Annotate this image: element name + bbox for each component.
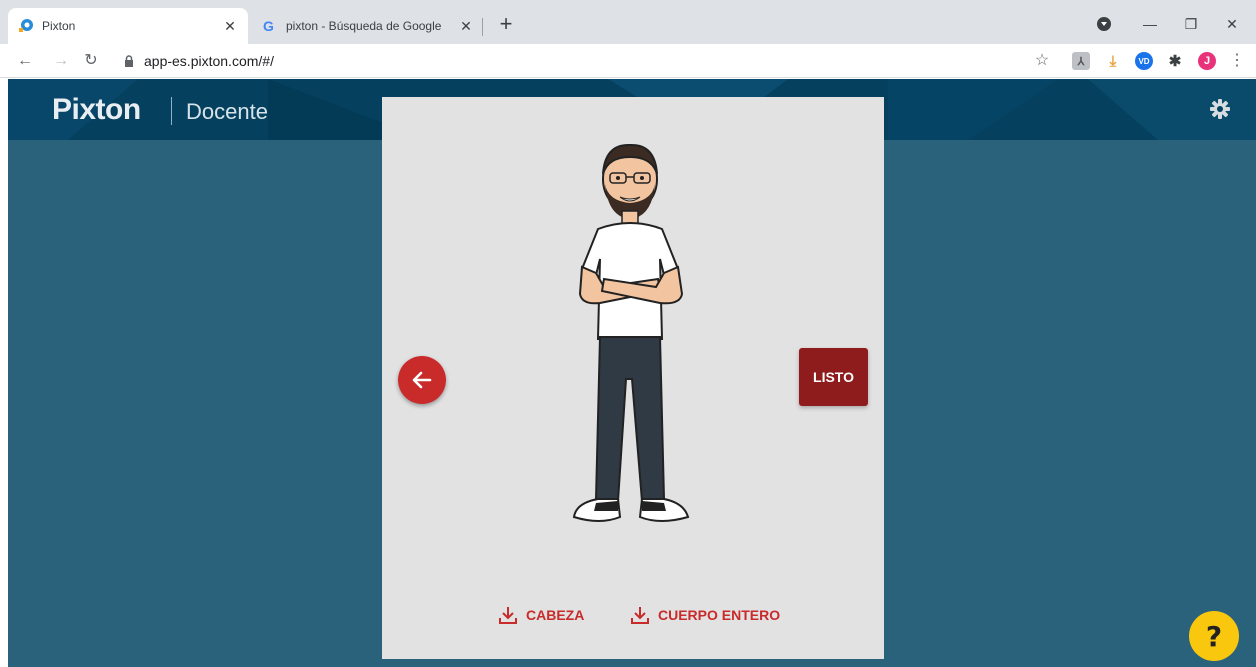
kebab-menu-icon[interactable]: ⋮ (1226, 50, 1248, 72)
logo-divider (171, 97, 172, 125)
pixton-app: Pixton Docente LISTO CABEZA CUERPO ENTER… (8, 79, 1256, 667)
back-button[interactable] (398, 356, 446, 404)
restore-icon[interactable]: ❐ (1171, 10, 1211, 38)
browser-toolbar: ← → ↻ app-es.pixton.com/#/ ☆ ⅄ ⤓ VD ✱ J … (0, 44, 1256, 78)
download-full-body-label: CUERPO ENTERO (658, 607, 781, 623)
forward-arrow-icon[interactable]: → (50, 50, 72, 72)
new-tab-icon[interactable]: + (494, 13, 518, 37)
chrome-profile-menu-icon[interactable] (1084, 10, 1124, 38)
tab-pixton[interactable]: Pixton ✕ (8, 8, 248, 44)
bookmark-star-icon[interactable]: ☆ (1031, 50, 1053, 72)
tab-title: pixton - Búsqueda de Google (286, 19, 442, 33)
reload-icon[interactable]: ↻ (80, 50, 102, 72)
back-arrow-icon[interactable]: ← (14, 50, 36, 72)
extensions-puzzle-icon[interactable]: ✱ (1166, 52, 1184, 70)
pixton-favicon (19, 19, 33, 32)
download-extension-icon[interactable]: ⤓ (1104, 52, 1122, 70)
character-editor-panel: LISTO CABEZA CUERPO ENTERO (382, 97, 884, 659)
download-head-button[interactable]: CABEZA (498, 605, 584, 625)
character-figure (572, 143, 690, 522)
close-icon[interactable]: ✕ (458, 18, 474, 34)
help-button[interactable]: ? (1189, 611, 1239, 661)
browser-tab-strip: Pixton ✕ G pixton - Búsqueda de Google ✕… (0, 0, 1256, 44)
google-favicon: G (263, 18, 274, 34)
gear-icon[interactable] (1208, 97, 1232, 121)
tab-title: Pixton (42, 19, 76, 33)
url-text: app-es.pixton.com/#/ (144, 53, 274, 69)
vd-extension-icon[interactable]: VD (1135, 52, 1153, 70)
done-button[interactable]: LISTO (799, 348, 868, 406)
address-bar[interactable]: app-es.pixton.com/#/ (116, 49, 1061, 73)
tab-google[interactable]: G pixton - Búsqueda de Google ✕ (252, 8, 484, 44)
close-icon[interactable]: ✕ (222, 18, 238, 34)
download-full-body-button[interactable]: CUERPO ENTERO (630, 605, 780, 625)
pixton-logo[interactable]: Pixton (52, 93, 141, 127)
pdf-extension-icon[interactable]: ⅄ (1072, 52, 1090, 70)
download-icon (631, 607, 649, 624)
minimize-icon[interactable]: — (1130, 10, 1170, 38)
svg-text:G: G (263, 18, 274, 34)
arrow-left-icon (412, 371, 432, 389)
download-head-label: CABEZA (526, 607, 585, 623)
tab-separator (482, 18, 483, 36)
download-icon (499, 607, 517, 624)
avatar[interactable]: J (1198, 52, 1216, 70)
section-label: Docente (186, 99, 268, 124)
lock-icon (125, 55, 133, 67)
window-close-icon[interactable]: ✕ (1212, 10, 1252, 38)
